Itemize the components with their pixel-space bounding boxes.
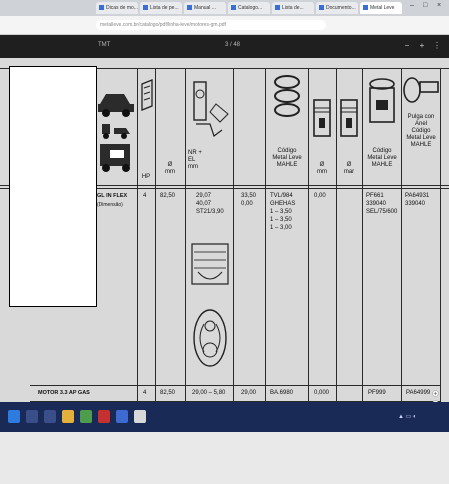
header-ring-code: Código Metal Leve MAHLE <box>272 148 302 168</box>
close-window-button[interactable]: × <box>437 2 441 9</box>
document-page: HP Ø mm NR + EL mm Código Metal Leve MAH… <box>0 58 449 417</box>
start-icon[interactable] <box>8 410 20 423</box>
tab-label: Catalogo... <box>238 5 263 11</box>
row-d2: 0,00 <box>314 193 326 199</box>
piston-icon <box>340 99 358 137</box>
search-icon[interactable] <box>26 410 38 423</box>
explorer-icon[interactable] <box>62 410 74 423</box>
tab-favicon-icon <box>363 5 368 11</box>
header-hp: HP <box>141 174 151 180</box>
address-bar: metalleve.com.br/catalogo/pdf/linha-leve… <box>0 16 449 44</box>
cylinder-head-icon <box>193 81 229 137</box>
browser-tab[interactable]: Dicas de mo... <box>96 2 138 14</box>
piston-assembly-icon <box>369 78 395 123</box>
header-diameter-3: Ø mar <box>343 162 355 175</box>
footer-ring-ref: BA.6980 <box>270 390 294 396</box>
footer-cyl: 4 <box>143 390 147 396</box>
chrome-icon[interactable] <box>80 410 92 423</box>
pdf-viewer-toolbar: TMT 3 / 48 − + ⋮ <box>0 35 449 58</box>
minimize-button[interactable]: – <box>410 2 414 9</box>
taskbar: ▲ ▭ ◐ <box>0 402 449 432</box>
piston-icon <box>313 99 331 137</box>
footer-d2: 0,000 <box>314 390 330 396</box>
tab-favicon-icon <box>143 5 148 11</box>
maximize-button[interactable]: □ <box>423 2 427 9</box>
cylinder-drawing-icon <box>191 243 229 285</box>
column-divider <box>440 68 441 402</box>
row-pin-ref: PA64931 339040 <box>405 193 430 207</box>
header-spec: NR + EL mm <box>188 150 202 170</box>
footer-spec-a: 29,00 – 5,80 <box>192 390 226 396</box>
tab-label: Manual ... <box>194 5 216 11</box>
engine-block-icon <box>141 79 153 111</box>
tab-label: Lista de... <box>282 5 304 11</box>
page-indicator[interactable]: 3 / 48 <box>225 42 240 48</box>
header-piston-code: Código Metal Leve MAHLE <box>367 148 397 168</box>
task-view-icon[interactable] <box>44 410 56 423</box>
tab-favicon-icon <box>319 5 324 11</box>
timing-chain-drawing-icon <box>193 309 227 367</box>
header-pin-code: Pulga con Anel Código Metal Leve MAHLE <box>406 114 436 148</box>
header-diameter: Ø mm <box>165 162 175 175</box>
column-divider <box>362 68 363 402</box>
system-tray[interactable]: ▲ ▭ ◐ <box>398 413 417 420</box>
word-icon[interactable] <box>116 410 128 423</box>
more-options-button[interactable]: ⋮ <box>432 41 442 51</box>
row-engine: GL IN FLEX <box>97 193 128 199</box>
url-field[interactable]: metalleve.com.br/catalogo/pdf/linha-leve… <box>96 20 326 30</box>
row-piston-ref: PF661 339040 SEL/75/600 <box>366 193 398 215</box>
browser-tab[interactable]: Lista de... <box>272 2 314 14</box>
document-title: TMT <box>98 42 111 48</box>
zoom-out-button[interactable]: − <box>402 41 412 51</box>
app-icon[interactable] <box>134 410 146 423</box>
header-diameter-2: Ø mm <box>317 162 327 175</box>
tab-label: Metal Leve <box>370 5 395 11</box>
column-divider <box>265 68 266 402</box>
browser-tabbar: Dicas de mo... Lista de pe... Manual ...… <box>0 0 449 17</box>
row-spec-a: 29,07 40,07 ST21/3,90 <box>196 193 224 215</box>
footer-piston-ref: PF999 <box>368 390 386 396</box>
row-engine-sub: (Dimensão) <box>97 202 123 208</box>
tab-label: Lista de pe... <box>150 5 179 11</box>
column-divider <box>137 68 138 402</box>
redaction-block <box>9 66 97 307</box>
column-divider <box>233 68 234 402</box>
tab-favicon-icon <box>275 5 280 11</box>
row-cyl: 4 <box>143 193 147 199</box>
browser-tab[interactable]: Manual ... <box>184 2 226 14</box>
column-divider <box>308 68 309 402</box>
browser-tab[interactable]: Documento... <box>316 2 358 14</box>
tab-favicon-icon <box>99 5 104 11</box>
tab-label: Dicas de mo... <box>106 5 138 11</box>
footer-engine: MOTOR 3.3 AP GAS <box>38 390 90 396</box>
footer-pin-ref: PA64999 <box>406 390 431 396</box>
browser-tab[interactable]: Lista de pe... <box>140 2 182 14</box>
row-spec-b: 33,50 0,00 <box>241 193 257 207</box>
tab-favicon-icon <box>231 5 236 11</box>
pdf-icon[interactable] <box>98 410 110 423</box>
row-bore: 82,50 <box>160 193 176 199</box>
piston-rings-icon <box>274 75 300 117</box>
column-divider <box>155 68 156 402</box>
footer-bore: 82,50 <box>160 390 176 396</box>
zoom-in-button[interactable]: + <box>417 41 427 51</box>
browser-tab[interactable]: Catalogo... <box>228 2 270 14</box>
vehicle-types-icon <box>98 94 134 172</box>
browser-tab-active[interactable]: Metal Leve <box>360 2 402 14</box>
footer-spec-b: 29,00 <box>241 390 257 396</box>
column-divider <box>336 68 337 402</box>
table-footer-divider <box>30 385 440 386</box>
tab-favicon-icon <box>187 5 192 11</box>
piston-pin-ring-icon <box>403 77 439 103</box>
row-ring-ref: TVL/984 GHEHAS 1 – 3,50 1 – 3,50 1 – 3,0… <box>270 193 296 231</box>
tab-label: Documento... <box>326 5 356 11</box>
